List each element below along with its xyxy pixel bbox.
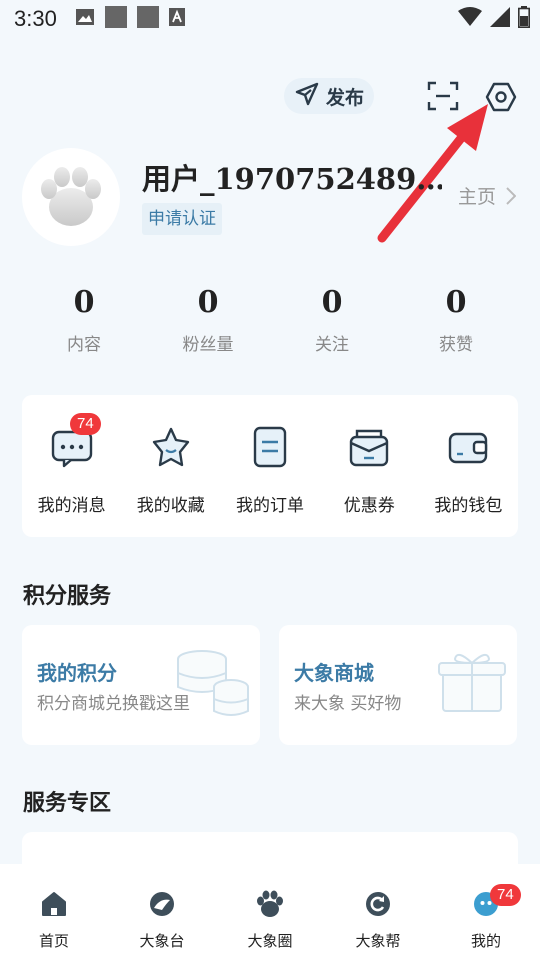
bottom-tab-bar: 首页 大象台 大象圈 大象帮 74 我的 bbox=[0, 864, 540, 960]
square-notification-icon-2 bbox=[136, 5, 159, 33]
homepage-label: 主页 bbox=[457, 186, 496, 208]
help-icon bbox=[366, 892, 390, 916]
tab-elephant-tv[interactable]: 大象台 bbox=[108, 890, 216, 960]
stat-value: 0 bbox=[73, 285, 95, 320]
paw-icon bbox=[257, 890, 283, 917]
stat-value: 0 bbox=[197, 285, 219, 320]
tab-label: 大象圈 bbox=[247, 932, 293, 950]
paw-avatar-icon bbox=[41, 167, 101, 226]
quick-item-coupons[interactable]: 优惠券 bbox=[320, 425, 419, 537]
stat-content[interactable]: 0 内容 bbox=[22, 285, 146, 355]
scan-button[interactable] bbox=[426, 80, 460, 112]
quick-label: 优惠券 bbox=[343, 496, 395, 516]
apply-verification-button[interactable]: 申请认证 bbox=[142, 203, 222, 235]
wifi-icon bbox=[458, 7, 482, 32]
publish-label: 发布 bbox=[325, 86, 364, 109]
stat-label: 关注 bbox=[315, 335, 349, 355]
promo-title: 大象商城 bbox=[294, 661, 374, 685]
stat-following[interactable]: 0 关注 bbox=[270, 285, 394, 355]
wallet-icon bbox=[449, 432, 488, 464]
quick-item-wallet[interactable]: 我的钱包 bbox=[419, 425, 518, 537]
status-right bbox=[458, 6, 530, 33]
my-points-card[interactable]: 我的积分 积分商城兑换戳这里 bbox=[22, 625, 260, 745]
tab-mine[interactable]: 74 我的 bbox=[432, 884, 540, 960]
stat-value: 0 bbox=[445, 285, 467, 320]
stat-likes[interactable]: 0 获赞 bbox=[394, 285, 518, 355]
tab-label: 大象帮 bbox=[355, 932, 401, 950]
tab-label: 大象台 bbox=[139, 932, 185, 950]
coupon-icon bbox=[350, 429, 389, 467]
quick-label: 我的订单 bbox=[236, 496, 304, 516]
signal-icon bbox=[490, 7, 510, 32]
service-section-title: 服务专区 bbox=[23, 791, 112, 816]
promo-subtitle: 积分商城兑换戳这里 bbox=[37, 694, 190, 714]
quick-label: 我的钱包 bbox=[434, 496, 503, 516]
quick-item-orders[interactable]: 我的订单 bbox=[220, 425, 319, 537]
tab-label: 首页 bbox=[38, 932, 69, 950]
quick-item-messages[interactable]: 74 我的消息 bbox=[22, 413, 121, 537]
elephant-mall-card[interactable]: 大象商城 来大象 买好物 bbox=[279, 625, 517, 745]
avatar[interactable] bbox=[22, 148, 120, 246]
elephant-tv-icon bbox=[150, 892, 174, 916]
gallery-notification-icon bbox=[75, 7, 95, 31]
username: 用户_1970752489… bbox=[142, 162, 442, 196]
settings-button[interactable] bbox=[484, 80, 518, 114]
order-icon bbox=[253, 426, 287, 468]
stat-value: 0 bbox=[321, 285, 343, 320]
stat-fans[interactable]: 0 粉丝量 bbox=[146, 285, 270, 355]
points-section-title: 积分服务 bbox=[23, 584, 112, 609]
top-bar: 发布 bbox=[0, 78, 540, 114]
stat-label: 内容 bbox=[67, 335, 101, 355]
tab-home[interactable]: 首页 bbox=[0, 890, 108, 960]
app-notification-icon bbox=[168, 7, 185, 31]
gift-box-icon bbox=[438, 653, 506, 712]
quick-actions-card: 74 我的消息 我的收藏 我的订单 优惠券 我的钱包 bbox=[22, 395, 518, 537]
promo-title: 我的积分 bbox=[37, 661, 117, 685]
chevron-right-icon bbox=[506, 186, 516, 205]
mine-badge: 74 bbox=[490, 884, 521, 906]
publish-button[interactable]: 发布 bbox=[284, 78, 374, 114]
home-icon bbox=[42, 892, 66, 916]
stat-label: 粉丝量 bbox=[182, 335, 234, 355]
quick-label: 我的收藏 bbox=[136, 496, 205, 516]
tab-elephant-circle[interactable]: 大象圈 bbox=[216, 890, 324, 960]
homepage-link[interactable]: 主页 bbox=[458, 182, 516, 209]
battery-icon bbox=[518, 6, 530, 33]
settings-hexagon-icon bbox=[485, 82, 517, 112]
stats-row: 0 内容 0 粉丝量 0 关注 0 获赞 bbox=[22, 285, 518, 355]
square-notification-icon bbox=[104, 5, 127, 33]
quick-item-favorites[interactable]: 我的收藏 bbox=[121, 425, 220, 537]
stat-label: 获赞 bbox=[439, 335, 473, 355]
tab-label: 我的 bbox=[470, 932, 501, 950]
status-time: 3:30 bbox=[14, 6, 57, 31]
quick-label: 我的消息 bbox=[37, 496, 106, 516]
profile-header: 用户_1970752489… 申请认证 主页 bbox=[22, 148, 522, 248]
promo-subtitle: 来大象 买好物 bbox=[294, 694, 402, 714]
star-icon bbox=[152, 427, 189, 467]
scan-icon bbox=[427, 81, 459, 111]
message-badge: 74 bbox=[70, 413, 101, 435]
tab-elephant-help[interactable]: 大象帮 bbox=[324, 890, 432, 960]
status-bar: 3:30 bbox=[0, 0, 540, 38]
send-icon bbox=[294, 81, 320, 112]
